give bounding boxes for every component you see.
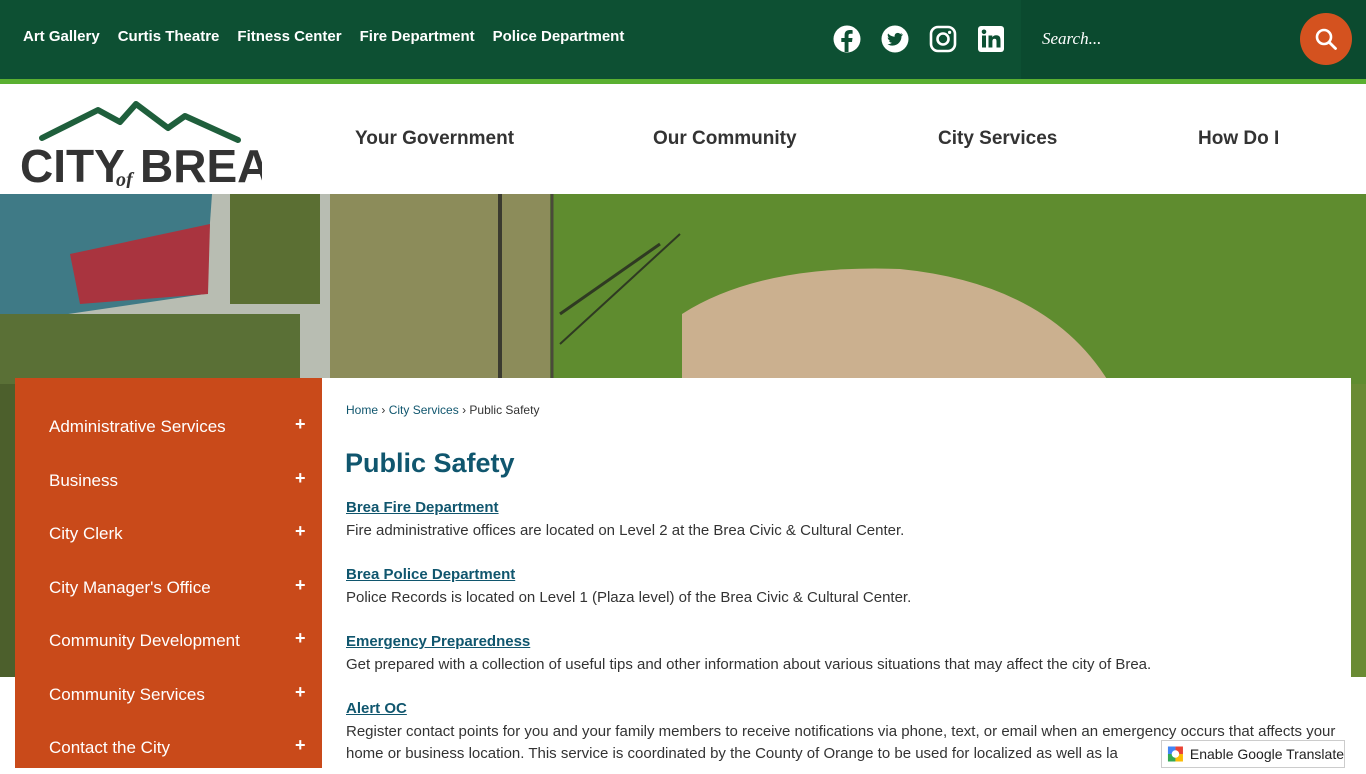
instagram-icon[interactable] [929, 25, 957, 53]
quicklink-curtis-theatre[interactable]: Curtis Theatre [118, 28, 220, 45]
quicklink-fitness-center[interactable]: Fitness Center [237, 28, 341, 45]
search-icon [1315, 28, 1337, 50]
breadcrumb-current: Public Safety [469, 403, 540, 417]
nav-our-community[interactable]: Our Community [653, 128, 797, 150]
page-title: Public Safety [345, 448, 515, 478]
google-translate-icon [1167, 745, 1184, 763]
sidebar-item-administrative-services[interactable]: Administrative Services + [15, 400, 322, 453]
breadcrumb-home[interactable]: Home [346, 403, 378, 417]
link-emergency-preparedness[interactable]: Emergency Preparedness [346, 633, 530, 650]
quicklink-fire-department[interactable]: Fire Department [360, 28, 475, 45]
link-brea-police-department[interactable]: Brea Police Department [346, 566, 515, 583]
expand-plus-icon[interactable]: + [295, 400, 306, 448]
google-translate-label: Enable Google Translate [1189, 746, 1344, 762]
sidebar-item-label: Community Services [49, 685, 205, 704]
nav-your-government[interactable]: Your Government [355, 128, 514, 150]
twitter-icon[interactable] [881, 25, 909, 53]
sidebar-nav: Administrative Services + Business + Cit… [15, 378, 322, 768]
expand-plus-icon[interactable]: + [295, 561, 306, 609]
search-button[interactable] [1300, 13, 1352, 65]
expand-plus-icon[interactable]: + [295, 721, 306, 769]
search-input[interactable]: Search... [1042, 29, 1101, 49]
expand-plus-icon[interactable]: + [295, 507, 306, 555]
linkedin-icon[interactable] [977, 25, 1005, 53]
nav-how-do-i[interactable]: How Do I [1198, 128, 1279, 150]
sidebar-item-label: City Clerk [49, 524, 123, 543]
breadcrumb-separator: › [381, 403, 386, 417]
search-box: Search... [1021, 0, 1366, 79]
sidebar-item-label: Administrative Services [49, 417, 226, 436]
breadcrumb-city-services[interactable]: City Services [389, 403, 459, 417]
quicklink-art-gallery[interactable]: Art Gallery [23, 28, 100, 45]
sidebar-item-business[interactable]: Business + [15, 454, 322, 507]
logo-text-city: CITY [20, 140, 125, 188]
logo-text-of: of [116, 169, 135, 188]
top-bar: Art Gallery Curtis Theatre Fitness Cente… [0, 0, 1366, 79]
sidebar-item-label: City Manager's Office [49, 578, 211, 597]
google-translate-button[interactable]: Enable Google Translate [1161, 740, 1345, 768]
quick-links: Art Gallery Curtis Theatre Fitness Cente… [23, 28, 642, 45]
expand-plus-icon[interactable]: + [295, 614, 306, 662]
entry-description: Police Records is located on Level 1 (Pl… [346, 589, 912, 606]
link-brea-fire-department[interactable]: Brea Fire Department [346, 499, 499, 516]
entry-description: Get prepared with a collection of useful… [346, 656, 1152, 673]
sidebar-item-community-services[interactable]: Community Services + [15, 668, 322, 721]
facebook-icon[interactable] [833, 25, 861, 53]
sidebar-item-label: Business [49, 471, 118, 490]
social-links [833, 25, 1025, 53]
sidebar-item-community-development[interactable]: Community Development + [15, 614, 322, 667]
entry-description: Fire administrative offices are located … [346, 522, 905, 539]
sidebar-item-city-managers-office[interactable]: City Manager's Office + [15, 561, 322, 614]
breadcrumb-separator: › [462, 403, 467, 417]
sidebar-item-contact-the-city[interactable]: Contact the City + [15, 721, 322, 774]
quicklink-police-department[interactable]: Police Department [493, 28, 625, 45]
sidebar-item-label: Community Development [49, 631, 240, 650]
city-logo[interactable]: CITY of BREA [20, 92, 262, 188]
sidebar-item-label: Contact the City [49, 738, 170, 757]
main-content: Home › City Services › Public Safety Pub… [322, 378, 1351, 768]
sidebar-item-city-clerk[interactable]: City Clerk + [15, 507, 322, 560]
expand-plus-icon[interactable]: + [295, 454, 306, 502]
nav-city-services[interactable]: City Services [938, 128, 1057, 150]
breadcrumb: Home › City Services › Public Safety [346, 403, 539, 417]
link-alert-oc[interactable]: Alert OC [346, 700, 407, 717]
expand-plus-icon[interactable]: + [295, 668, 306, 716]
logo-text-brea: BREA [140, 140, 262, 188]
